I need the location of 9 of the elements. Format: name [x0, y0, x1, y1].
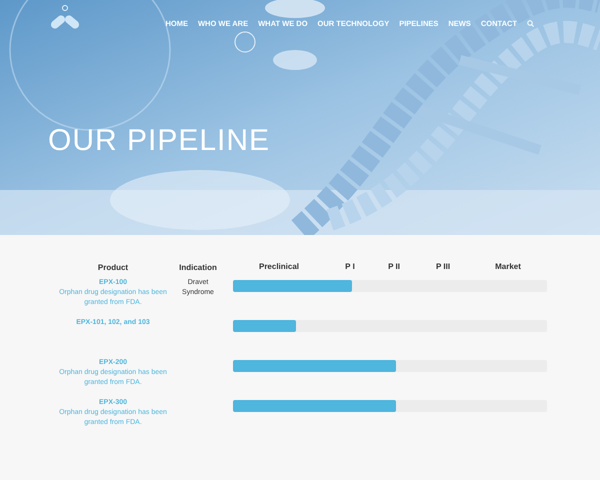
- column-header: Market: [495, 261, 521, 273]
- column-header: Indication: [178, 262, 218, 274]
- search-icon[interactable]: [527, 20, 534, 28]
- column-header: Product: [96, 262, 130, 274]
- page-title: OUR PIPELINE: [48, 123, 270, 159]
- column-header: Preclinical: [258, 261, 300, 273]
- column-header: P I: [345, 261, 355, 273]
- column-header: P II: [388, 261, 400, 273]
- column-header: P III: [436, 261, 450, 273]
